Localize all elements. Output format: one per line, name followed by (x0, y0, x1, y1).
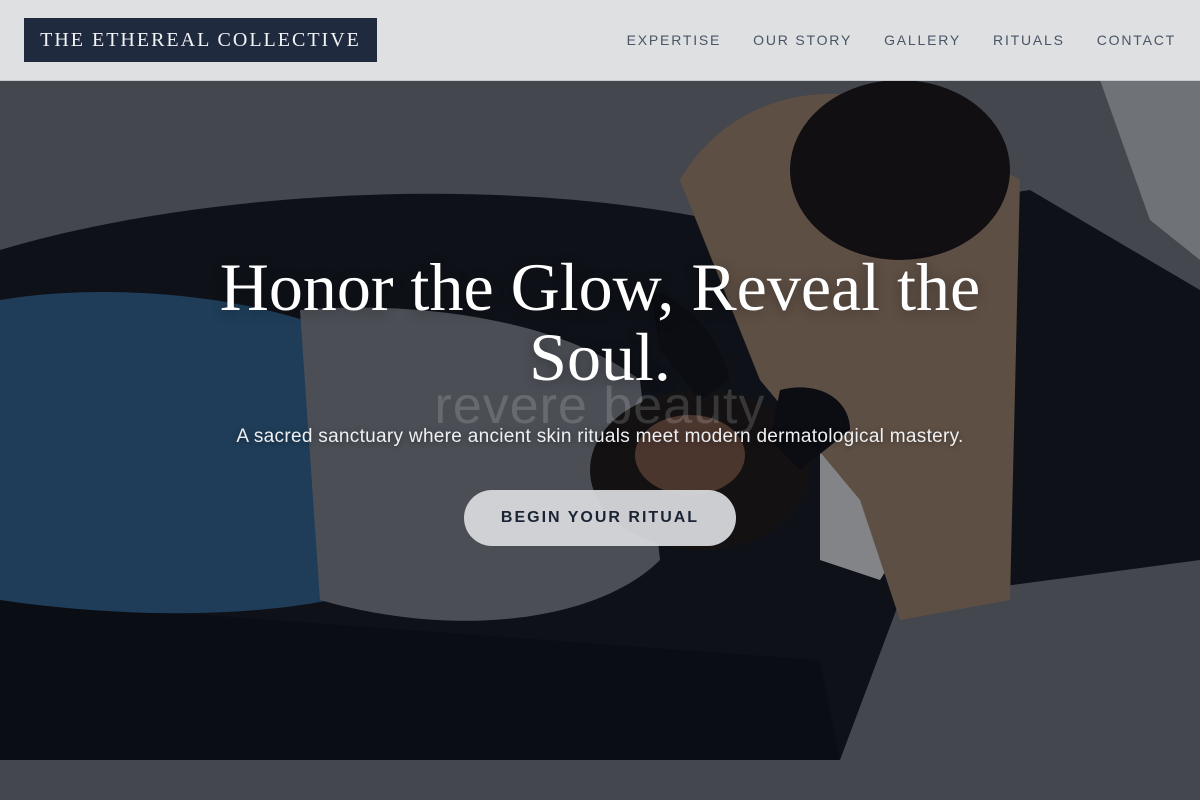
brand-logo[interactable]: THE ETHEREAL COLLECTIVE (24, 18, 377, 62)
hero-content: Honor the Glow, Reveal the Soul. A sacre… (0, 252, 1200, 546)
hero-subtitle: A sacred sanctuary where ancient skin ri… (236, 426, 964, 447)
nav-item-rituals[interactable]: RITUALS (993, 32, 1065, 48)
begin-ritual-button[interactable]: BEGIN YOUR RITUAL (464, 490, 736, 546)
nav-item-expertise[interactable]: EXPERTISE (627, 32, 722, 48)
nav-item-our-story[interactable]: OUR STORY (753, 32, 852, 48)
nav-item-contact[interactable]: CONTACT (1097, 32, 1176, 48)
nav-item-gallery[interactable]: GALLERY (884, 32, 961, 48)
main-nav: EXPERTISE OUR STORY GALLERY RITUALS CONT… (627, 0, 1176, 80)
site-header: THE ETHEREAL COLLECTIVE EXPERTISE OUR ST… (0, 0, 1200, 81)
hero-title: Honor the Glow, Reveal the Soul. (219, 249, 981, 395)
